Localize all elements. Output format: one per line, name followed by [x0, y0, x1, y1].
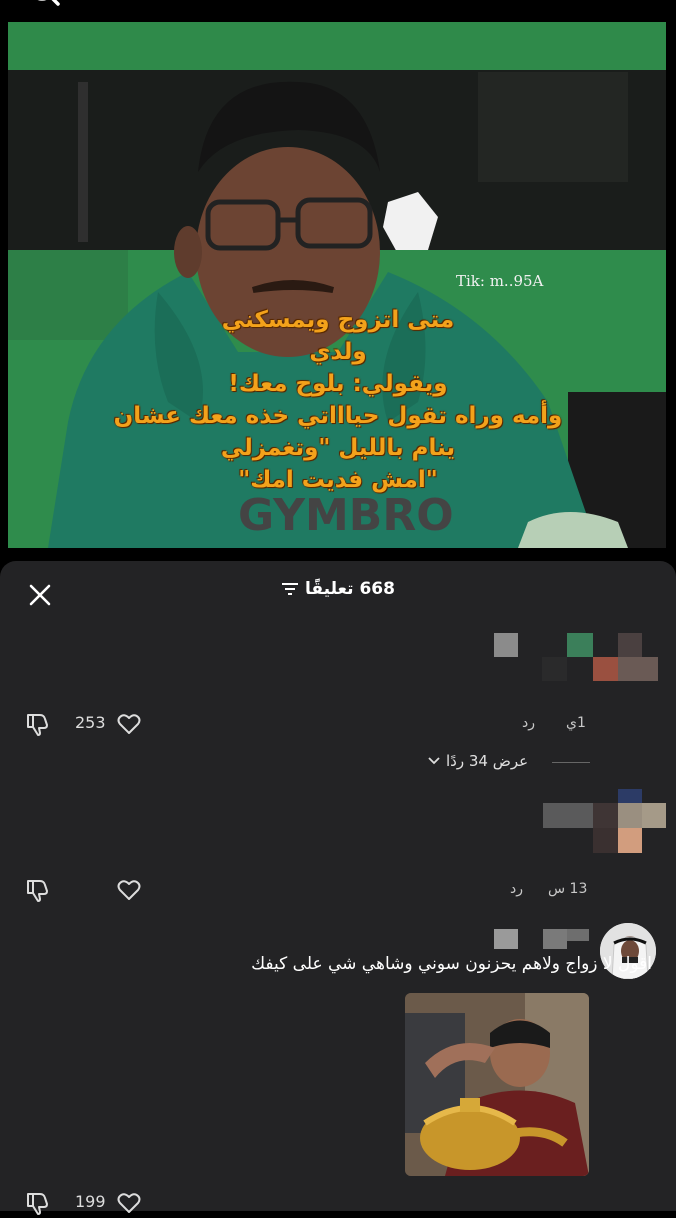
gif-scene [405, 993, 589, 1176]
comment-timestamp: 1ي [566, 715, 586, 731]
dislike-icon[interactable] [24, 711, 50, 737]
pixelated-username [494, 633, 518, 657]
chevron-down-icon [428, 757, 440, 765]
heart-icon[interactable] [116, 877, 142, 903]
pixelated-username-part [543, 929, 567, 949]
like-count: 199 [75, 1192, 106, 1211]
comments-sheet: 668 تعليقًا 253 رد 1ي عرض 34 ردًا رد 13 … [0, 561, 676, 1215]
pixelated-avatar-part [618, 657, 658, 681]
video-watermark: Tik: m..95A [456, 272, 544, 290]
heart-icon[interactable] [116, 1190, 142, 1216]
comment-1-actions: 253 رد 1ي [0, 709, 676, 739]
comment-gif-image[interactable] [405, 993, 589, 1176]
view-replies-label: عرض 34 ردًا [446, 752, 529, 770]
pixelated-avatar [618, 789, 642, 803]
video-player[interactable]: GYMBRO Tik: m..95A متى اتزوج ويمسكني ولد… [0, 0, 676, 560]
comment-count-title: 668 تعليقًا [305, 579, 395, 599]
view-replies-button[interactable]: عرض 34 ردًا [428, 752, 528, 770]
reply-button[interactable]: رد [522, 715, 535, 731]
pixelated-avatar-part [618, 633, 642, 657]
like-count: 253 [75, 713, 106, 732]
pixelated-username-part [567, 929, 589, 941]
comments-header: 668 تعليقًا [0, 579, 676, 599]
pixelated-avatar-part [618, 803, 642, 828]
dislike-icon[interactable] [24, 877, 50, 903]
heart-icon[interactable] [116, 711, 142, 737]
pixelated-avatar-part [542, 657, 567, 681]
search-icon[interactable] [24, 0, 64, 20]
pixelated-username [494, 929, 518, 949]
pixelated-username [543, 803, 593, 828]
dislike-icon[interactable] [24, 1190, 50, 1216]
reply-button[interactable]: رد [510, 881, 523, 897]
pixelated-avatar-part [642, 803, 666, 828]
video-caption: متى اتزوج ويمسكني ولدي ويقولي: بلوح معك!… [113, 307, 563, 493]
video-frame: GYMBRO Tik: m..95A متى اتزوج ويمسكني ولد… [8, 22, 666, 548]
comment-3-actions: 199 [0, 1188, 676, 1218]
svg-text:GYMBRO: GYMBRO [238, 490, 454, 541]
pixelated-avatar-part [593, 803, 618, 828]
comment-timestamp: 13 س [548, 881, 588, 897]
comment-2-actions: رد 13 س [0, 875, 676, 905]
filter-icon[interactable] [281, 582, 299, 596]
comment-text: اقول لا زواج ولاهم يحزنون سوني وشاهي شي … [251, 954, 652, 974]
pixelated-avatar-part [593, 828, 618, 853]
pixelated-avatar-part [593, 657, 618, 681]
replies-divider [552, 762, 590, 763]
pixelated-avatar [567, 633, 593, 657]
pixelated-avatar-part [618, 828, 642, 853]
